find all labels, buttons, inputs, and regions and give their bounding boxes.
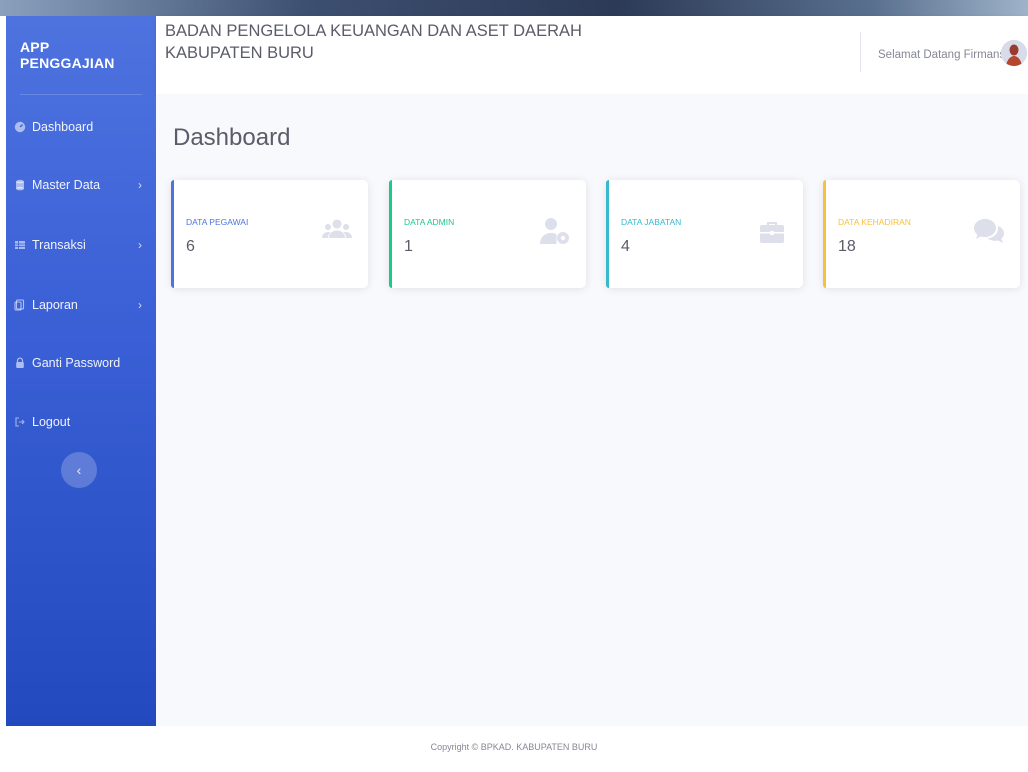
copy-icon [14, 299, 26, 311]
table-icon [14, 239, 26, 251]
page-title: Dashboard [173, 124, 291, 151]
card-accent-bar [606, 180, 609, 288]
main-content: Dashboard DATA PEGAWAI 6 DATA ADMIN 1 DA… [156, 94, 1028, 726]
user-cog-icon [540, 218, 569, 244]
chevron-right-icon: › [138, 298, 142, 312]
app-brand[interactable]: APP PENGGAJIAN [20, 16, 142, 95]
user-avatar-icon [1001, 40, 1027, 66]
sidebar-item-ganti-password[interactable]: Ganti Password [14, 352, 148, 374]
sidebar-item-laporan[interactable]: Laporan › [14, 294, 148, 316]
sidebar: APP PENGGAJIAN Dashboard Master Data › T… [6, 16, 156, 726]
card-label: DATA KEHADIRAN [838, 217, 911, 227]
card-value: 1 [404, 238, 413, 255]
page-header-title: BADAN PENGELOLA KEUANGAN DAN ASET DAERAH… [165, 22, 582, 62]
window-top-strip [0, 0, 1028, 16]
card-value: 6 [186, 238, 195, 255]
sidebar-item-transaksi[interactable]: Transaksi › [14, 234, 148, 256]
card-value: 4 [621, 238, 630, 255]
card-data-admin[interactable]: DATA ADMIN 1 [389, 180, 586, 288]
briefcase-icon [760, 222, 784, 243]
sidebar-item-label: Transaksi [32, 238, 86, 252]
chevron-left-icon: ‹ [76, 462, 82, 478]
card-accent-bar [171, 180, 174, 288]
sign-out-icon [14, 416, 26, 428]
lock-icon [14, 357, 26, 369]
card-data-jabatan[interactable]: DATA JABATAN 4 [606, 180, 803, 288]
users-icon [322, 219, 352, 238]
card-value: 18 [838, 238, 856, 255]
card-data-pegawai[interactable]: DATA PEGAWAI 6 [171, 180, 368, 288]
comments-icon [974, 219, 1004, 243]
sidebar-toggle-button[interactable]: ‹ [61, 452, 97, 488]
chevron-right-icon: › [138, 238, 142, 252]
chevron-right-icon: › [138, 178, 142, 192]
sidebar-item-label: Ganti Password [32, 356, 121, 370]
card-accent-bar [389, 180, 392, 288]
topbar-divider [860, 32, 861, 72]
sidebar-item-logout[interactable]: Logout [14, 411, 148, 433]
card-accent-bar [823, 180, 826, 288]
tachometer-icon [14, 121, 26, 133]
card-label: DATA ADMIN [404, 217, 455, 227]
footer-copyright: Copyright © BPKAD. KABUPATEN BURU [430, 742, 598, 752]
sidebar-item-dashboard[interactable]: Dashboard [14, 116, 148, 138]
card-label: DATA JABATAN [621, 217, 682, 227]
avatar[interactable] [1001, 40, 1027, 66]
sidebar-item-label: Logout [32, 415, 71, 429]
card-label: DATA PEGAWAI [186, 217, 249, 227]
topbar: BADAN PENGELOLA KEUANGAN DAN ASET DAERAH… [156, 16, 1028, 94]
sidebar-item-label: Master Data [32, 178, 101, 192]
sidebar-item-label: Dashboard [32, 120, 94, 134]
sidebar-item-label: Laporan [32, 298, 78, 312]
sidebar-item-master-data[interactable]: Master Data › [14, 174, 148, 196]
database-icon [14, 179, 26, 191]
card-data-kehadiran[interactable]: DATA KEHADIRAN 18 [823, 180, 1020, 288]
